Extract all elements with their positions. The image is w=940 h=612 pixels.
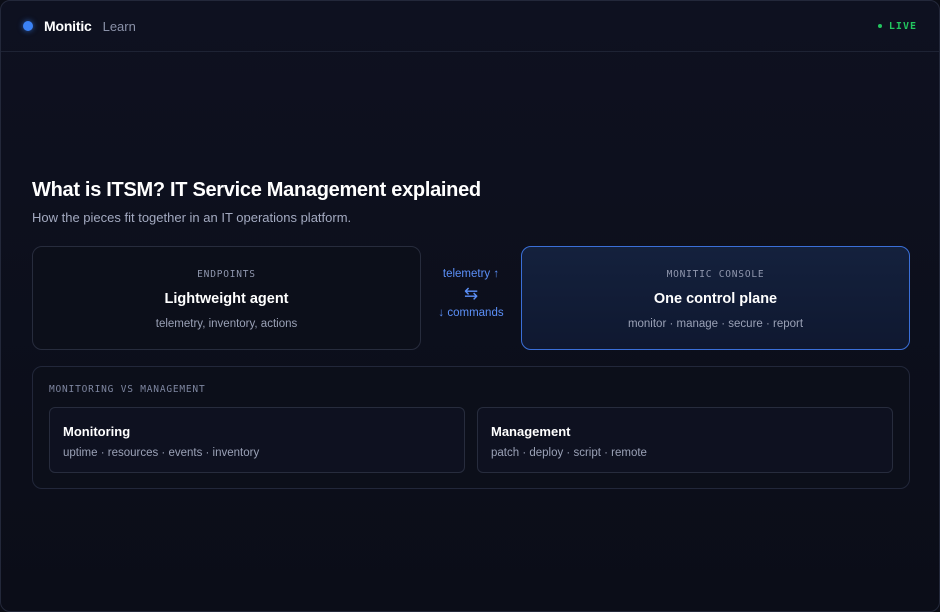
console-description: monitor · manage · secure · report bbox=[627, 318, 804, 330]
bidirectional-arrows-icon: ⇆ bbox=[463, 284, 479, 303]
comparison-kicker: MONITORING VS MANAGEMENT bbox=[49, 384, 206, 395]
live-status-badge: LIVE bbox=[877, 20, 917, 32]
console-title: One control plane bbox=[653, 291, 778, 307]
commands-flow-label: ↓ commands bbox=[438, 307, 504, 319]
live-status-label: LIVE bbox=[888, 20, 917, 32]
app-frame: Monitic Learn LIVE What is ITSM? IT Serv… bbox=[0, 0, 940, 612]
console-kicker: MONITIC CONSOLE bbox=[666, 269, 765, 280]
brand-logo-icon bbox=[23, 21, 33, 31]
top-bar: Monitic Learn LIVE bbox=[1, 1, 939, 52]
telemetry-flow-label: telemetry ↑ bbox=[442, 268, 500, 280]
brand-name[interactable]: Monitic bbox=[44, 18, 92, 34]
comparison-panel: MONITORING VS MANAGEMENT Monitoring upti… bbox=[32, 366, 910, 489]
console-card: MONITIC CONSOLE One control plane monito… bbox=[521, 246, 910, 350]
data-flow-connector: telemetry ↑ ⇆ ↓ commands bbox=[421, 246, 521, 350]
nav-link-learn[interactable]: Learn bbox=[103, 19, 136, 34]
endpoints-kicker: ENDPOINTS bbox=[197, 269, 256, 280]
endpoints-description: telemetry, inventory, actions bbox=[155, 318, 298, 330]
monitoring-description: uptime · resources · events · inventory bbox=[63, 447, 260, 459]
management-description: patch · deploy · script · remote bbox=[491, 447, 647, 459]
endpoints-card: ENDPOINTS Lightweight agent telemetry, i… bbox=[32, 246, 421, 350]
endpoints-title: Lightweight agent bbox=[164, 291, 289, 307]
monitoring-title: Monitoring bbox=[63, 424, 131, 439]
page-subtitle: How the pieces fit together in an IT ope… bbox=[32, 210, 352, 225]
management-card: Management patch · deploy · script · rem… bbox=[477, 407, 893, 473]
page-title: What is ITSM? IT Service Management expl… bbox=[32, 179, 481, 201]
monitoring-card: Monitoring uptime · resources · events ·… bbox=[49, 407, 465, 473]
live-dot-icon bbox=[877, 24, 882, 28]
management-title: Management bbox=[491, 424, 571, 439]
